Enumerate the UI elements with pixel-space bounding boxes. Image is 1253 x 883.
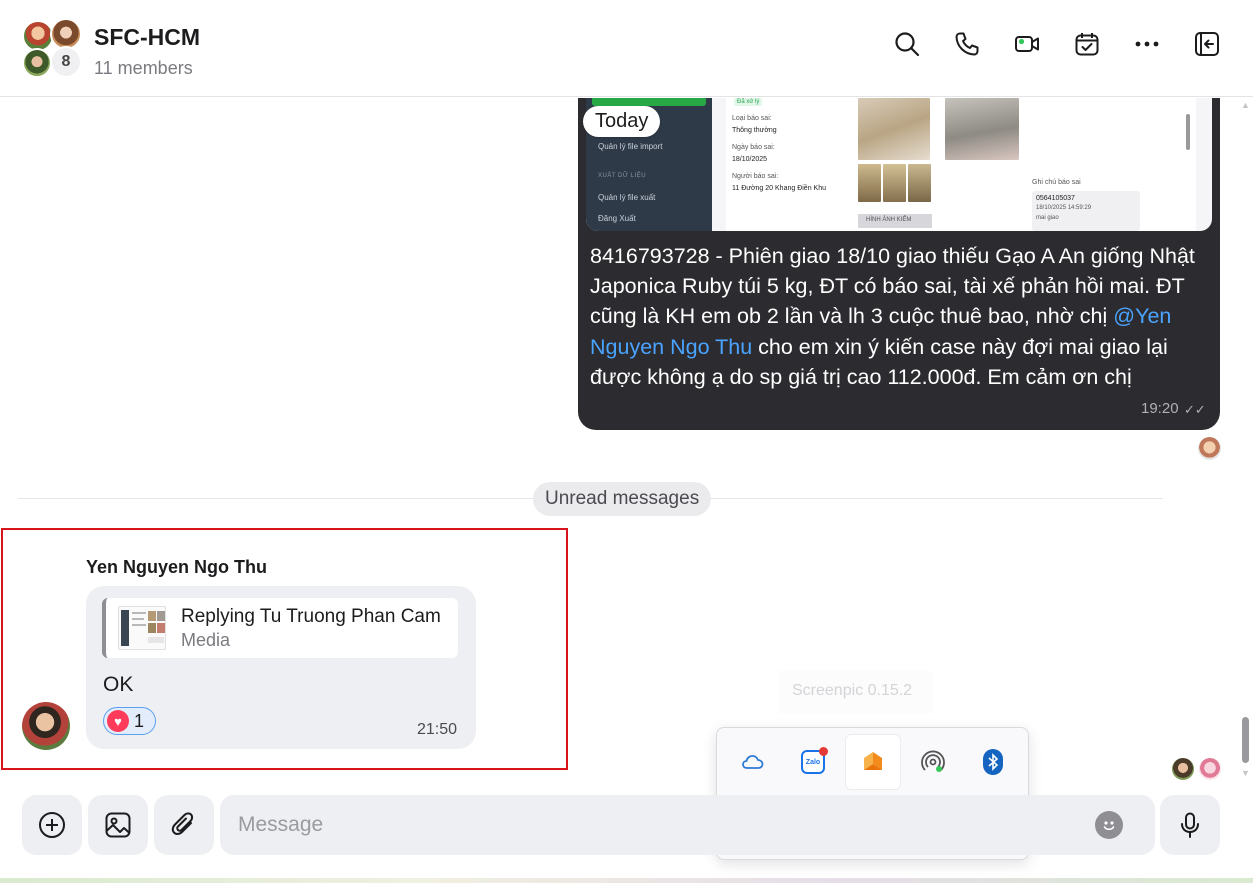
menu-item: Quản lý file import — [598, 142, 663, 151]
emoji-button[interactable] — [1095, 811, 1123, 839]
incoming-message-bubble[interactable]: Replying Tu Truong Phan Cam Media OK ♥ 1… — [86, 586, 476, 749]
screenpic-icon[interactable] — [845, 734, 901, 790]
read-check-icon: ✓✓ — [1184, 402, 1206, 417]
scrollbar-thumb[interactable] — [1242, 717, 1249, 763]
seen-by-avatar[interactable] — [1198, 757, 1222, 781]
app-watermark: Screenpic 0.15.2 — [778, 670, 933, 714]
video-call-button[interactable] — [1011, 28, 1043, 60]
group-members-count[interactable]: 11 members — [94, 58, 193, 79]
group-name[interactable]: SFC-HCM — [94, 24, 200, 51]
toggle-sidebar-button[interactable] — [1191, 28, 1223, 60]
evidence-photo — [858, 164, 881, 202]
sidebar-toggle-icon — [1195, 32, 1219, 56]
reply-quote[interactable]: Replying Tu Truong Phan Cam Media — [102, 598, 458, 658]
scroll-up-arrow[interactable]: ▲ — [1241, 100, 1250, 110]
evidence-photo — [883, 164, 906, 202]
note-box: 0564105037 18/10/2025 14:59:29 mai giao — [1032, 191, 1140, 231]
menu-item: Đăng Xuất — [598, 214, 636, 223]
heart-icon: ♥ — [107, 710, 129, 732]
note-text: mai giao — [1036, 215, 1059, 221]
screenshot-content: Đã xử lý Loại báo sai: Thông thường Ngày… — [726, 98, 1196, 231]
evidence-photo — [908, 164, 931, 202]
chat-header: 8 SFC-HCM 11 members — [0, 0, 1253, 97]
more-icon — [1135, 41, 1159, 47]
chat-window: 8 SFC-HCM 11 members Quản lý file import… — [0, 0, 1253, 883]
more-button[interactable] — [1131, 28, 1163, 60]
image-label: HÌNH ẢNH KIỂM — [858, 214, 932, 228]
reaction-count: 1 — [134, 710, 145, 731]
evidence-photo — [858, 98, 930, 160]
onedrive-icon[interactable] — [725, 734, 781, 790]
detail-value: 18/10/2025 — [732, 156, 768, 163]
menu-item: Quản lý file xuất — [598, 193, 656, 202]
sender-avatar[interactable] — [22, 702, 70, 750]
reply-thumbnail — [118, 606, 166, 650]
member-avatar — [22, 48, 52, 78]
paperclip-icon — [171, 812, 194, 835]
microphone-icon — [1181, 812, 1199, 838]
voice-call-button[interactable] — [951, 28, 983, 60]
add-button[interactable] — [22, 795, 82, 855]
date-divider: Today — [583, 106, 661, 137]
evidence-photo — [945, 98, 1019, 160]
reply-title: Replying Tu Truong Phan Cam — [181, 606, 441, 627]
detail-label: Loại báo sai: — [732, 115, 772, 122]
message-list[interactable]: Quản lý file import XUẤT DỮ LIỆU Quản lý… — [0, 98, 1253, 860]
status-badge: Đã xử lý — [734, 98, 763, 106]
search-button[interactable] — [891, 28, 923, 60]
note-label: Ghi chú báo sai — [1032, 179, 1081, 186]
message-input[interactable] — [220, 795, 1155, 855]
message-time: 21:50 — [417, 721, 458, 738]
note-phone: 0564105037 — [1036, 195, 1075, 202]
taskbar-edge — [0, 878, 1253, 883]
detail-value: 11 Đường 20 Khang Điền Khu — [732, 185, 826, 192]
photo-button[interactable] — [88, 795, 148, 855]
active-menu-bar — [592, 98, 706, 106]
note-time: 18/10/2025 14:59:29 — [1036, 205, 1092, 211]
incoming-message-text: OK — [103, 673, 134, 696]
outgoing-message-text: 8416793728 - Phiên giao 18/10 giao thiếu… — [590, 241, 1210, 392]
detail-value: Thông thường — [732, 127, 777, 134]
zalo-icon[interactable]: Zalo — [785, 734, 841, 790]
scroll-down-arrow[interactable]: ▼ — [1241, 768, 1250, 778]
bluetooth-icon[interactable] — [965, 734, 1021, 790]
search-icon — [895, 32, 920, 57]
screenshot-scrollbar — [1186, 114, 1190, 150]
voice-record-button[interactable] — [1160, 795, 1220, 855]
calendar-check-icon — [1075, 33, 1099, 56]
attach-button[interactable] — [154, 795, 214, 855]
hotspot-icon[interactable] — [905, 734, 961, 790]
tasks-button[interactable] — [1071, 28, 1103, 60]
phone-icon — [955, 32, 979, 56]
detail-label: Người báo sai: — [732, 173, 779, 180]
group-avatar[interactable]: 8 — [20, 18, 82, 80]
plus-circle-icon — [39, 812, 65, 838]
detail-label: Ngày báo sai: — [732, 144, 775, 151]
read-receipt-avatar — [1198, 437, 1221, 460]
message-time: 19:20 — [1141, 400, 1179, 417]
smile-icon — [1103, 821, 1115, 831]
reaction-chip[interactable]: ♥ 1 — [103, 707, 156, 735]
video-call-icon — [1015, 36, 1039, 52]
menu-section: XUẤT DỮ LIỆU — [598, 173, 647, 179]
sender-name[interactable]: Yen Nguyen Ngo Thu — [86, 557, 267, 578]
message-text-part: 8416793728 - Phiên giao 18/10 giao thiếu… — [590, 244, 1195, 329]
header-actions — [891, 28, 1223, 60]
image-icon — [105, 812, 131, 838]
reply-subtitle: Media — [181, 630, 231, 650]
member-count-badge: 8 — [50, 46, 82, 78]
seen-by-avatar[interactable] — [1171, 757, 1195, 781]
message-composer — [0, 788, 1253, 883]
media-attachment[interactable]: Quản lý file import XUẤT DỮ LIỆU Quản lý… — [586, 98, 1212, 231]
unread-divider: Unread messages — [533, 482, 712, 516]
